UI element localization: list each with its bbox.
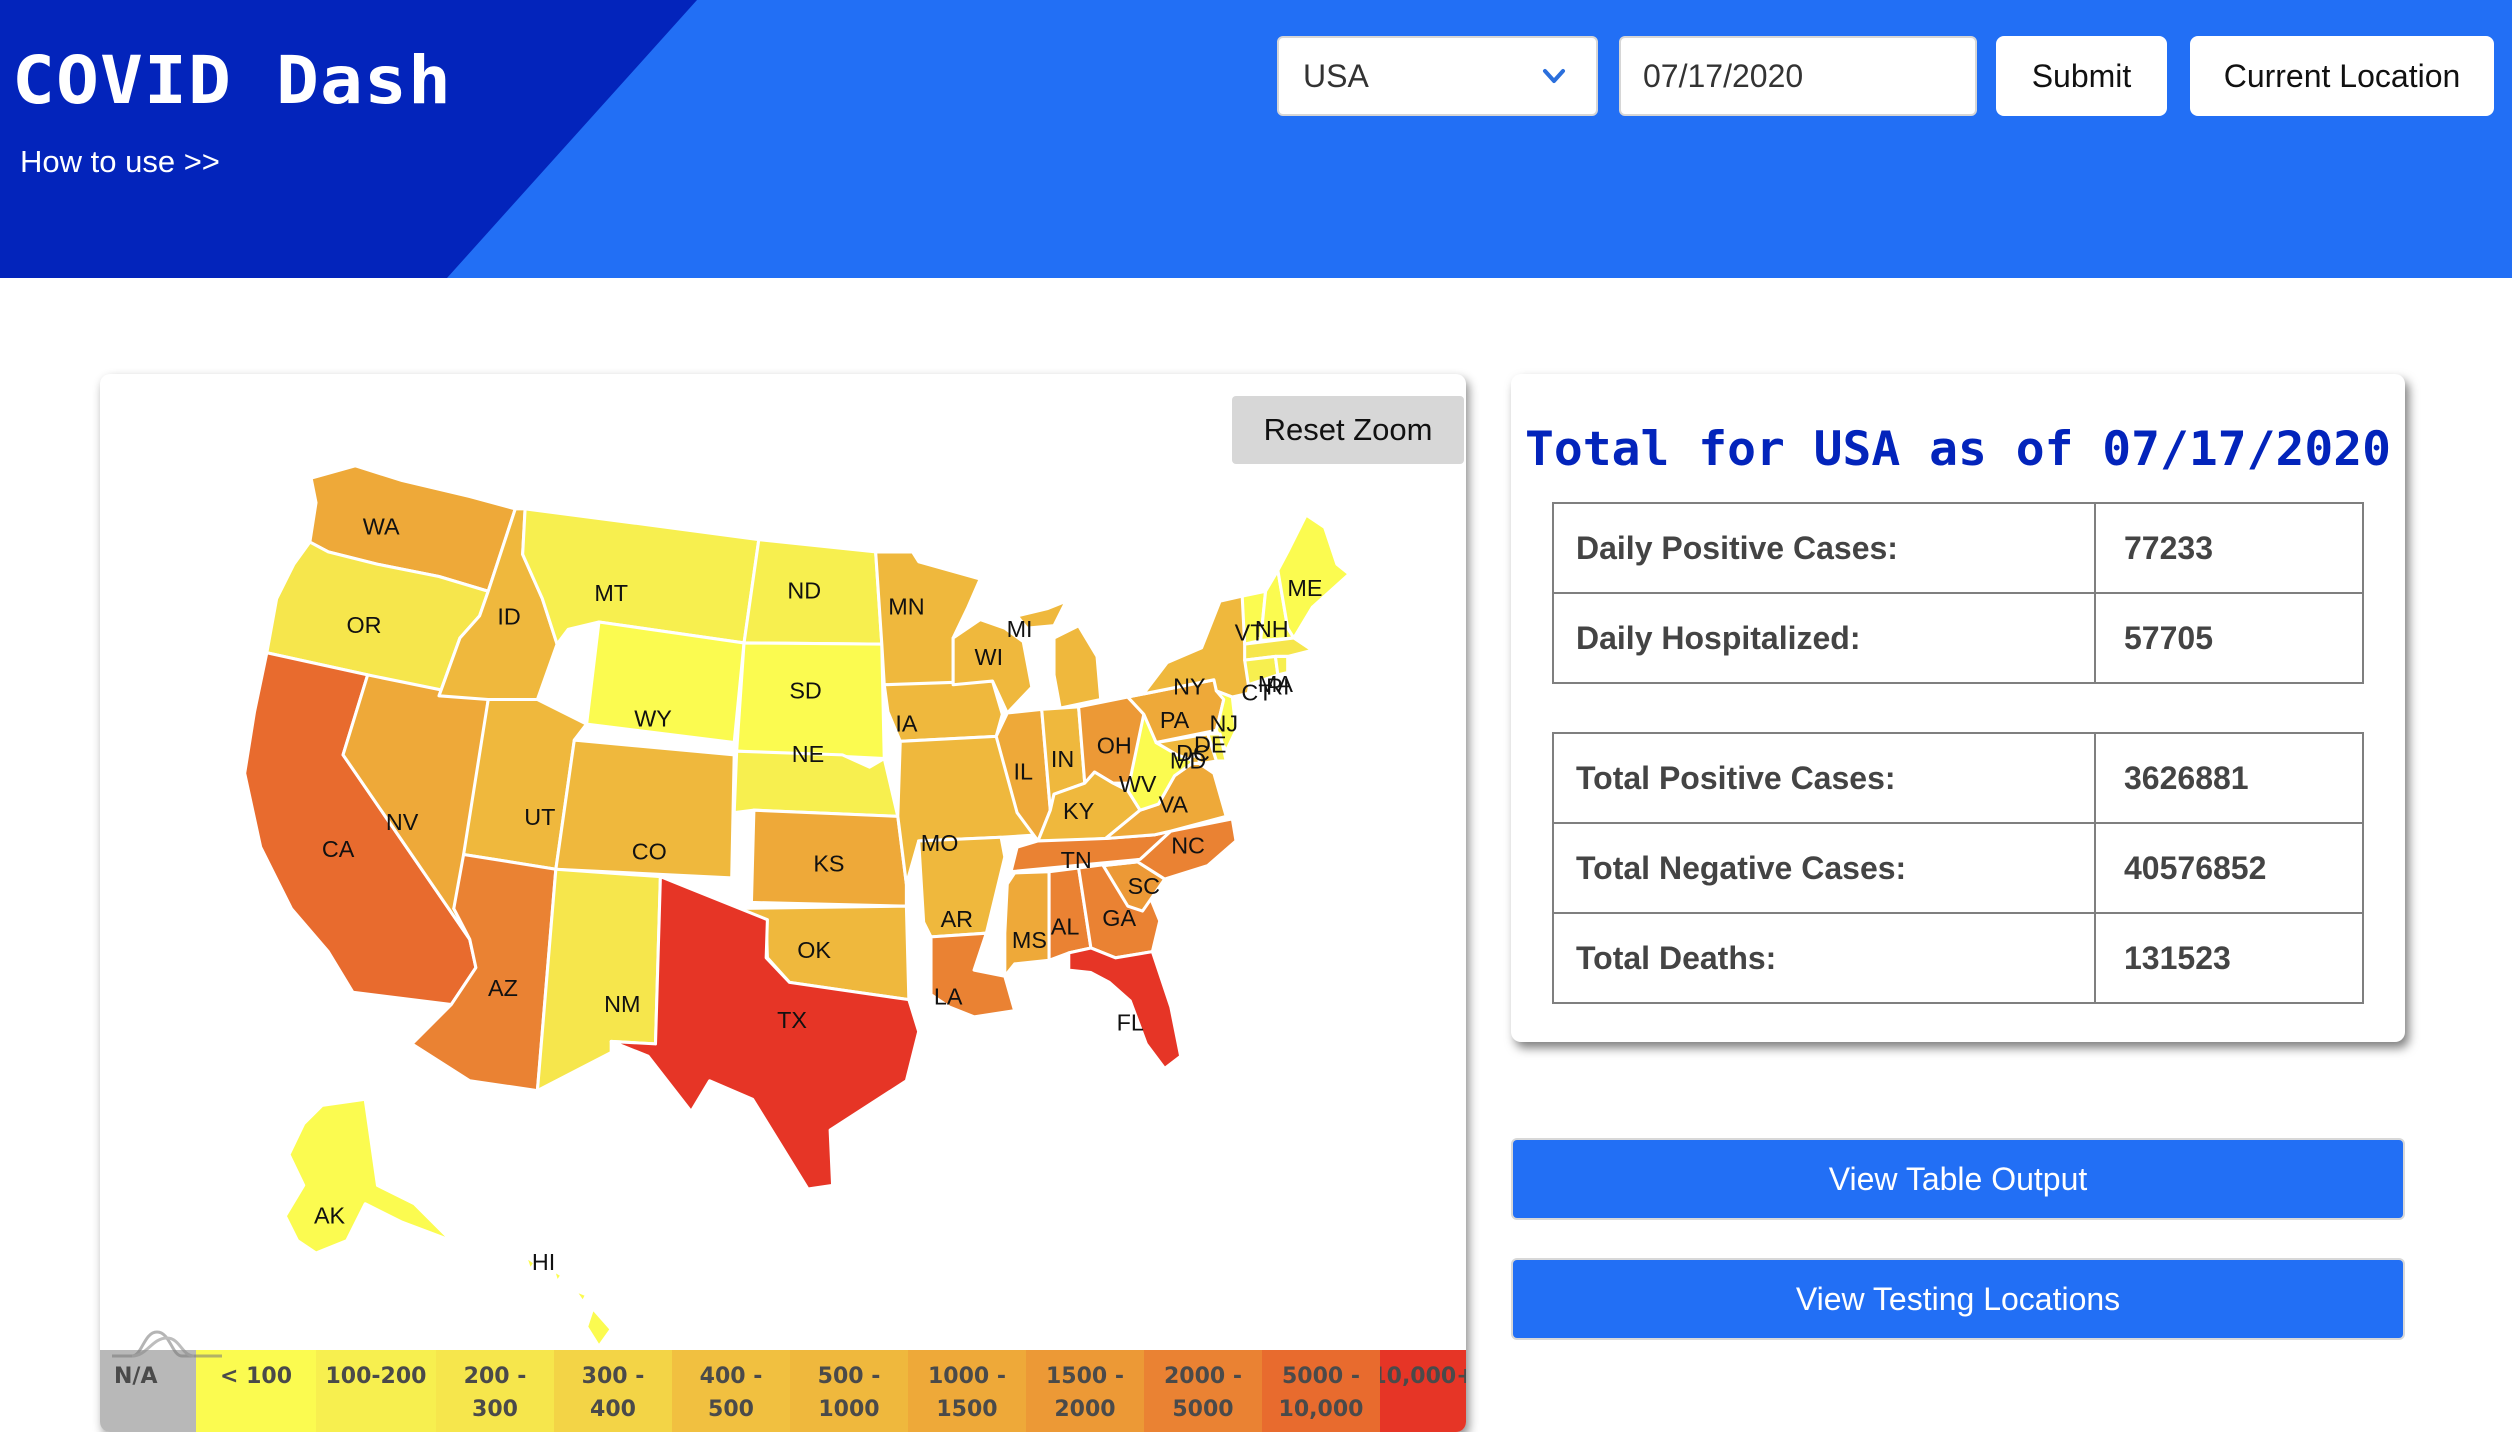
view-testing-locations-button[interactable]: View Testing Locations [1513,1260,2403,1338]
legend-bin-label: 5000 - [1281,1364,1361,1389]
stat-value: 77233 [2094,502,2364,594]
country-select[interactable]: USA [1277,36,1598,116]
app-title: COVID Dash [12,42,452,119]
stat-label: Total Positive Cases: [1552,732,2096,824]
chevron-down-icon [1543,69,1565,83]
table-row: Total Negative Cases: 40576852 [1552,822,2364,914]
table-row: Daily Positive Cases: 77233 [1552,502,2364,594]
states-layer [243,464,1351,1349]
state-ks[interactable] [749,808,908,908]
legend-bin: 10,000+ [1380,1350,1466,1432]
legend-bin-label: 10,000 [1278,1397,1364,1422]
legend-bin-label: 100-200 [325,1364,427,1389]
state-hi[interactable] [523,1253,613,1349]
state-nd[interactable] [742,538,884,646]
total-stats-table: Total Positive Cases: 3626881 Total Nega… [1552,732,2364,1004]
current-location-button[interactable]: Current Location [2190,36,2494,116]
legend-bin: 100-200 [316,1350,436,1432]
legend-bin: 300 - 400 [554,1350,672,1432]
legend-bin-label: 1000 [818,1397,880,1422]
state-mt[interactable] [521,507,761,646]
country-select-value: USA [1303,57,1369,94]
legend-bin-label: 500 - [817,1364,881,1389]
state-co[interactable] [554,738,736,880]
table-row: Total Deaths: 131523 [1552,912,2364,1004]
header-bar: COVID Dash How to use >> USA Submit Curr… [0,0,2512,278]
state-nm[interactable] [535,867,662,1093]
state-me[interactable] [1276,513,1351,640]
legend-bin-label: 5000 [1172,1397,1234,1422]
legend-bin: 400 - 500 [672,1350,790,1432]
legend-bin: 5000 - 10,000 [1262,1350,1380,1432]
state-ak[interactable] [283,1097,453,1255]
stat-value: 3626881 [2094,732,2364,824]
state-ri[interactable] [1273,654,1290,677]
stat-label: Total Negative Cases: [1552,822,2096,914]
legend-bin-label: 10,000+ [1380,1364,1466,1389]
state-mi[interactable] [1015,599,1103,710]
map-legend: N/A < 100 100-200 200 - 300 300 - 400 400 - 500 5… [100,1350,1466,1432]
state-ne[interactable] [732,749,900,818]
stat-label: Total Deaths: [1552,912,2096,1004]
state-ar[interactable] [917,835,1007,939]
legend-bin-label: 400 - [699,1364,763,1389]
us-choropleth-map[interactable]: WAORCANVIDMTWYUTAZCONMNDSDNEKSOKTXMNIAMO… [100,374,1466,1374]
stat-value: 40576852 [2094,822,2364,914]
legend-bin-label: 300 - [581,1364,645,1389]
state-ny[interactable] [1126,594,1255,699]
legend-bin-label: 400 [590,1397,636,1422]
legend-bin: 1500 - 2000 [1026,1350,1144,1432]
stat-value: 131523 [2094,912,2364,1004]
legend-bin-label: 1000 - [927,1364,1007,1389]
legend-bin-label: 1500 - [1045,1364,1125,1389]
table-row: Daily Hospitalized: 57705 [1552,592,2364,684]
legend-bin: 200 - 300 [436,1350,554,1432]
state-sd[interactable] [735,641,886,761]
stat-label: Daily Positive Cases: [1552,502,2096,594]
stats-card: Total for USA as of 07/17/2020 Daily Pos… [1511,374,2405,1042]
stats-title: Total for USA as of 07/17/2020 [1525,422,2391,477]
submit-button[interactable]: Submit [1996,36,2167,116]
distribution-curve-icon [112,1330,222,1358]
legend-bin-label: 1500 [936,1397,998,1422]
date-input[interactable] [1619,36,1977,116]
state-ct[interactable] [1243,654,1280,687]
legend-bin-label: 2000 - [1163,1364,1243,1389]
legend-bin-label: 200 - [463,1364,527,1389]
view-table-output-button[interactable]: View Table Output [1513,1140,2403,1218]
map-card: WA OR CA NV ID MT WY UT AZ CO NM ND SD NE KS OK TX MN IA MO… [100,374,1466,1432]
stat-value: 57705 [2094,592,2364,684]
state-la[interactable] [929,931,1017,1019]
reset-zoom-button[interactable]: Reset Zoom [1232,396,1464,464]
state-dc[interactable] [1190,754,1201,765]
legend-bin: 2000 - 5000 [1144,1350,1262,1432]
legend-bin: 1000 - 1500 [908,1350,1026,1432]
state-wy[interactable] [585,620,746,745]
table-row: Total Positive Cases: 3626881 [1552,732,2364,824]
legend-bin: 500 - 1000 [790,1350,908,1432]
legend-bin-label: N/A [114,1364,158,1389]
legend-bin-label: 300 [472,1397,518,1422]
stat-label: Daily Hospitalized: [1552,592,2096,684]
legend-bin-label: < 100 [219,1364,292,1389]
legend-bin-label: 2000 [1054,1397,1116,1422]
legend-bin-label: 500 [708,1397,754,1422]
how-to-use-link[interactable]: How to use >> [20,144,220,180]
state-fl[interactable] [1067,946,1183,1071]
state-ms[interactable] [1003,870,1051,978]
state-ia[interactable] [882,679,1004,743]
daily-stats-table: Daily Positive Cases: 77233 Daily Hospit… [1552,502,2364,684]
